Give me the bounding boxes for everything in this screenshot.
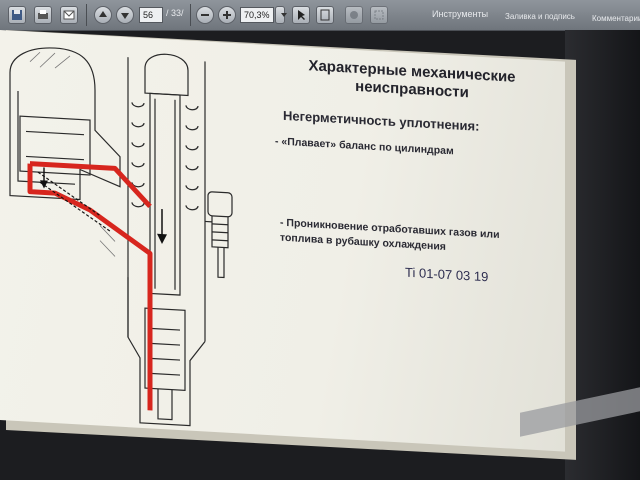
page-number-input[interactable]: 56 xyxy=(139,7,163,23)
page-up-icon[interactable] xyxy=(94,6,112,24)
tab-fill-sign[interactable]: Заливка и подпись xyxy=(505,12,575,21)
fit-page-icon[interactable] xyxy=(316,6,334,24)
document-code: Ti 01-07 03 19 xyxy=(405,264,489,285)
hand-tool-icon[interactable] xyxy=(345,6,363,24)
page-down-icon[interactable] xyxy=(116,6,134,24)
page-total: / 33/ xyxy=(166,8,184,18)
arrow-down-icon xyxy=(40,180,48,189)
tab-tools[interactable]: Инструменты xyxy=(432,9,488,19)
select-tool-icon[interactable] xyxy=(292,6,310,24)
arrow-down-icon xyxy=(157,233,167,245)
slide-page: Характерные механические неисправности Н… xyxy=(0,30,565,452)
print-icon[interactable] xyxy=(34,6,52,24)
zoom-out-icon[interactable] xyxy=(196,6,214,24)
pdf-toolbar: 56 / 33/ 70,3% Инструменты Заливка и под… xyxy=(0,0,640,31)
tab-comments[interactable]: Комментарии xyxy=(592,14,640,23)
zoom-in-icon[interactable] xyxy=(218,6,236,24)
marquee-tool-icon[interactable] xyxy=(370,6,388,24)
mail-icon[interactable] xyxy=(60,6,78,24)
slide-subtitle: Негерметичность уплотнения: xyxy=(283,107,480,134)
leak-path-red xyxy=(27,161,153,411)
bullet-balance: - «Плавает» баланс по цилиндрам xyxy=(275,135,454,158)
zoom-level-field[interactable]: 70,3% xyxy=(240,7,274,23)
slide-title: Характерные механические неисправности xyxy=(308,57,516,102)
bullet-leak: - Проникновение отработавших газов или т… xyxy=(280,216,500,253)
chevron-down-icon[interactable] xyxy=(275,6,287,24)
save-icon[interactable] xyxy=(8,6,26,24)
injector-diagram xyxy=(9,47,233,427)
